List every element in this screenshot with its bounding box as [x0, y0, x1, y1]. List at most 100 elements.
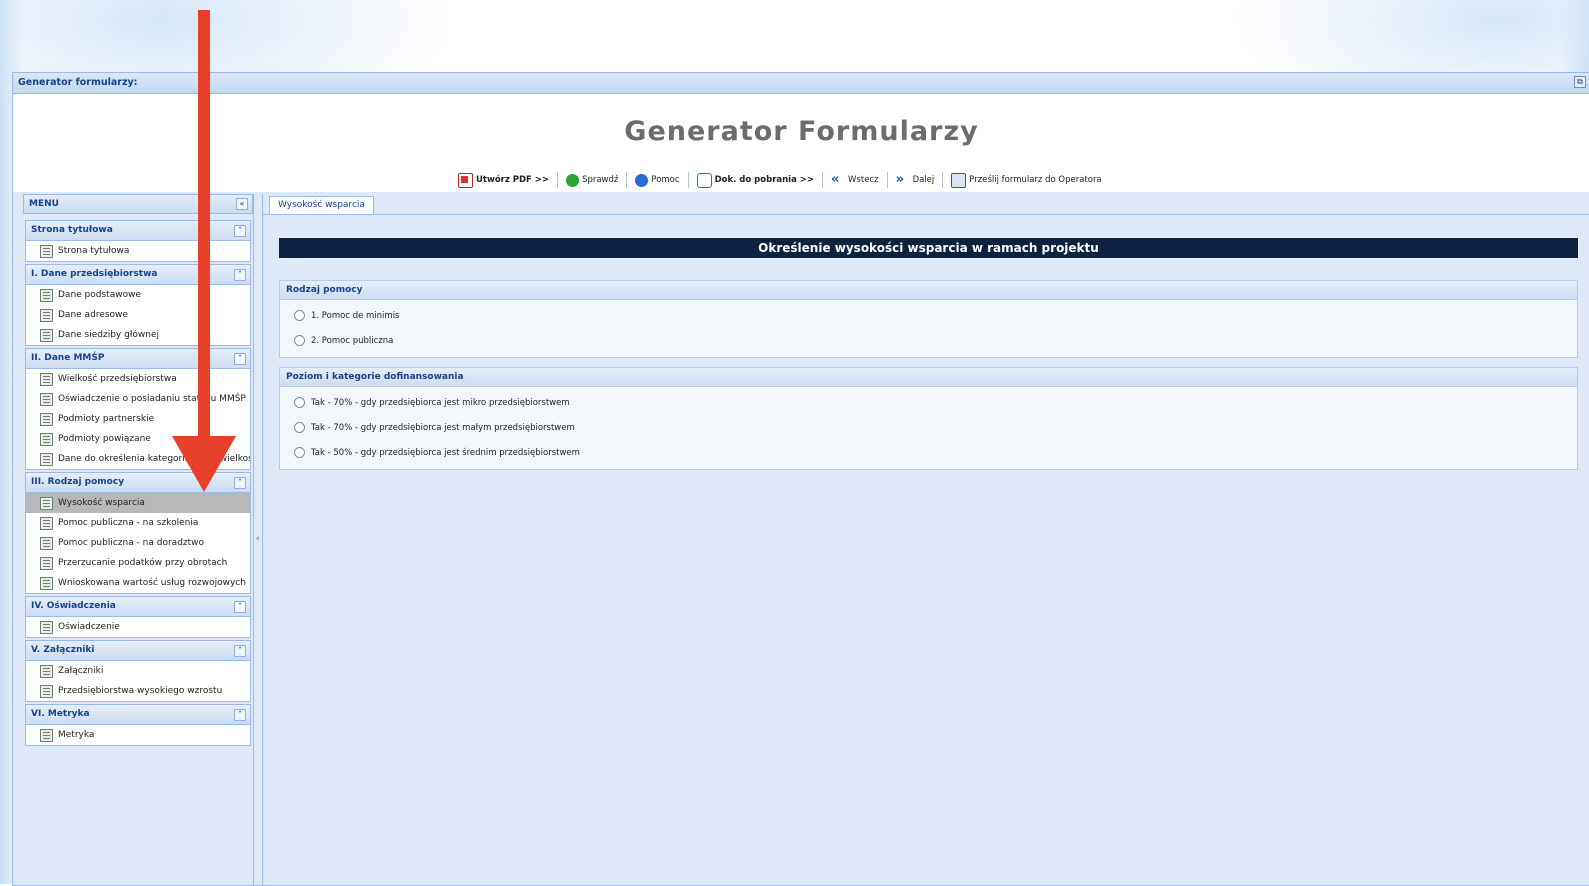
send-icon	[951, 172, 967, 188]
radio-option[interactable]: Tak - 50% - gdy przedsiębiorca jest śred…	[280, 440, 1577, 465]
panel-splitter[interactable]: ‹	[255, 194, 261, 885]
toolbar-separator	[626, 172, 628, 188]
back-button[interactable]: «Wstecz	[826, 170, 884, 190]
form-icon	[40, 684, 53, 698]
tab-strip: Wysokość wsparcia	[263, 194, 1589, 215]
menu-section-attachments: V. Załączniki ˄ Załączniki Przedsiębiorst…	[25, 640, 251, 702]
next-button[interactable]: » Dalej	[891, 170, 940, 190]
fieldset-title: Poziom i kategorie dofinansowania	[280, 368, 1577, 387]
radio-button[interactable]	[294, 335, 305, 346]
menu-item[interactable]: Oświadczenie o posiadaniu statusu MMŚP	[26, 389, 250, 409]
menu-section-title-page: Strona tytułowa ˄ Strona tytułowa	[25, 220, 251, 262]
menu-item[interactable]: Wielkość przedsiębiorstwa	[26, 369, 250, 389]
fieldset-funding-level: Poziom i kategorie dofinansowania Tak - …	[279, 367, 1578, 470]
toolbar-separator	[557, 172, 559, 188]
menu-item[interactable]: Przerzucanie podatków przy obrotach	[26, 553, 250, 573]
form-icon	[40, 432, 53, 446]
form-banner: Określenie wysokości wsparcia w ramach p…	[279, 238, 1578, 258]
main-panel: Wysokość wsparcia Określenie wysokości w…	[262, 194, 1589, 885]
menu-item[interactable]: Dane adresowe	[26, 305, 250, 325]
menu-section-statements: IV. Oświadczenia ˄ Oświadczenie	[25, 596, 251, 638]
section-header[interactable]: I. Dane przedsiębiorstwa ˄	[26, 265, 250, 285]
collapse-section-icon[interactable]: ˄	[234, 601, 246, 613]
section-header[interactable]: VI. Metryka ˄	[26, 705, 250, 725]
form-icon	[40, 664, 53, 678]
help-button[interactable]: Pomoc	[630, 170, 684, 190]
menu-section-metrics: VI. Metryka ˄ Metryka	[25, 704, 251, 746]
form-icon	[40, 516, 53, 530]
form-icon	[40, 392, 53, 406]
menu-item[interactable]: Pomoc publiczna - na doradztwo	[26, 533, 250, 553]
collapse-section-icon[interactable]: ˄	[234, 709, 246, 721]
window-title: Generator formularzy:	[18, 77, 138, 88]
create-pdf-button[interactable]: Utwórz PDF >>	[453, 170, 554, 190]
menu-title: MENU	[29, 199, 59, 209]
radio-button[interactable]	[294, 397, 305, 408]
menu-item[interactable]: Przedsiębiorstwa wysokiego wzrostu	[26, 681, 250, 701]
menu-item[interactable]: Oświadczenie	[26, 617, 250, 637]
form-icon	[40, 536, 53, 550]
radio-button[interactable]	[294, 310, 305, 321]
menu-item[interactable]: Podmioty partnerskie	[26, 409, 250, 429]
menu-header: MENU «	[23, 194, 253, 214]
splitter-grip-icon[interactable]: ‹	[256, 534, 260, 544]
collapse-section-icon[interactable]: ˄	[234, 225, 246, 237]
prev-icon: «	[831, 171, 840, 187]
form-content: Określenie wysokości wsparcia w ramach p…	[279, 238, 1578, 470]
section-header[interactable]: II. Dane MMŚP ˄	[26, 349, 250, 369]
menu-item[interactable]: Metryka	[26, 725, 250, 745]
next-icon: »	[895, 171, 904, 187]
downloads-button[interactable]: Dok. do pobrania >>	[692, 170, 819, 190]
radio-option[interactable]: Tak - 70% - gdy przedsiębiorca jest mikr…	[280, 390, 1577, 415]
form-icon	[40, 496, 53, 510]
app-window: Generator formularzy: ⧉ Generator Formul…	[12, 72, 1589, 886]
radio-button[interactable]	[294, 422, 305, 433]
form-icon	[40, 728, 53, 742]
left-menu: MENU « Strona tytułowa ˄ Strona tytułowa …	[23, 194, 254, 885]
check-icon	[566, 173, 580, 187]
toolbar: Utwórz PDF >> Sprawdź Pomoc Dok. do pobr…	[453, 170, 1107, 190]
radio-button[interactable]	[294, 447, 305, 458]
section-header[interactable]: Strona tytułowa ˄	[26, 221, 250, 241]
fieldset-aid-type: Rodzaj pomocy 1. Pomoc de minimis 2. Pom…	[279, 280, 1578, 358]
restore-icon[interactable]: ⧉	[1574, 76, 1586, 88]
section-header[interactable]: V. Załączniki ˄	[26, 641, 250, 661]
form-icon	[40, 556, 53, 570]
download-icon	[696, 172, 712, 188]
radio-option[interactable]: Tak - 70% - gdy przedsiębiorca jest mały…	[280, 415, 1577, 440]
form-icon	[40, 576, 53, 590]
form-icon	[40, 244, 53, 258]
check-button[interactable]: Sprawdź	[561, 170, 623, 190]
annotation-arrow-head	[172, 436, 236, 492]
menu-item[interactable]: Załączniki	[26, 661, 250, 681]
toolbar-separator	[886, 172, 888, 188]
form-icon	[40, 288, 53, 302]
menu-item[interactable]: Strona tytułowa	[26, 241, 250, 261]
help-icon	[635, 173, 649, 187]
radio-option[interactable]: 2. Pomoc publiczna	[280, 328, 1577, 353]
menu-item[interactable]: Dane podstawowe	[26, 285, 250, 305]
collapse-section-icon[interactable]: ˄	[234, 645, 246, 657]
menu-item[interactable]: Wnioskowana wartość usług rozwojowych	[26, 573, 250, 593]
section-header[interactable]: IV. Oświadczenia ˄	[26, 597, 250, 617]
form-icon	[40, 308, 53, 322]
menu-item[interactable]: Pomoc publiczna - na szkolenia	[26, 513, 250, 533]
form-icon	[40, 372, 53, 386]
menu-item[interactable]: Dane siedziby głównej	[26, 325, 250, 345]
form-icon	[40, 620, 53, 634]
tab-support-amount[interactable]: Wysokość wsparcia	[269, 196, 374, 214]
collapse-menu-icon[interactable]: «	[236, 198, 248, 210]
form-icon	[40, 412, 53, 426]
collapse-section-icon[interactable]: ˄	[234, 269, 246, 281]
annotation-arrow-shaft	[198, 10, 210, 450]
collapse-section-icon[interactable]: ˄	[234, 353, 246, 365]
toolbar-separator	[942, 172, 944, 188]
fieldset-title: Rodzaj pomocy	[280, 281, 1577, 300]
menu-item-selected[interactable]: Wysokość wsparcia	[26, 493, 250, 513]
toolbar-separator	[687, 172, 689, 188]
app-heading: Generator Formularzy	[624, 116, 979, 147]
header-panel: Generator Formularzy Utwórz PDF >> Spraw…	[13, 94, 1589, 192]
radio-option[interactable]: 1. Pomoc de minimis	[280, 303, 1577, 328]
pdf-icon	[458, 172, 473, 188]
send-to-operator-button[interactable]: Prześlij formularz do Operatora	[946, 170, 1106, 190]
